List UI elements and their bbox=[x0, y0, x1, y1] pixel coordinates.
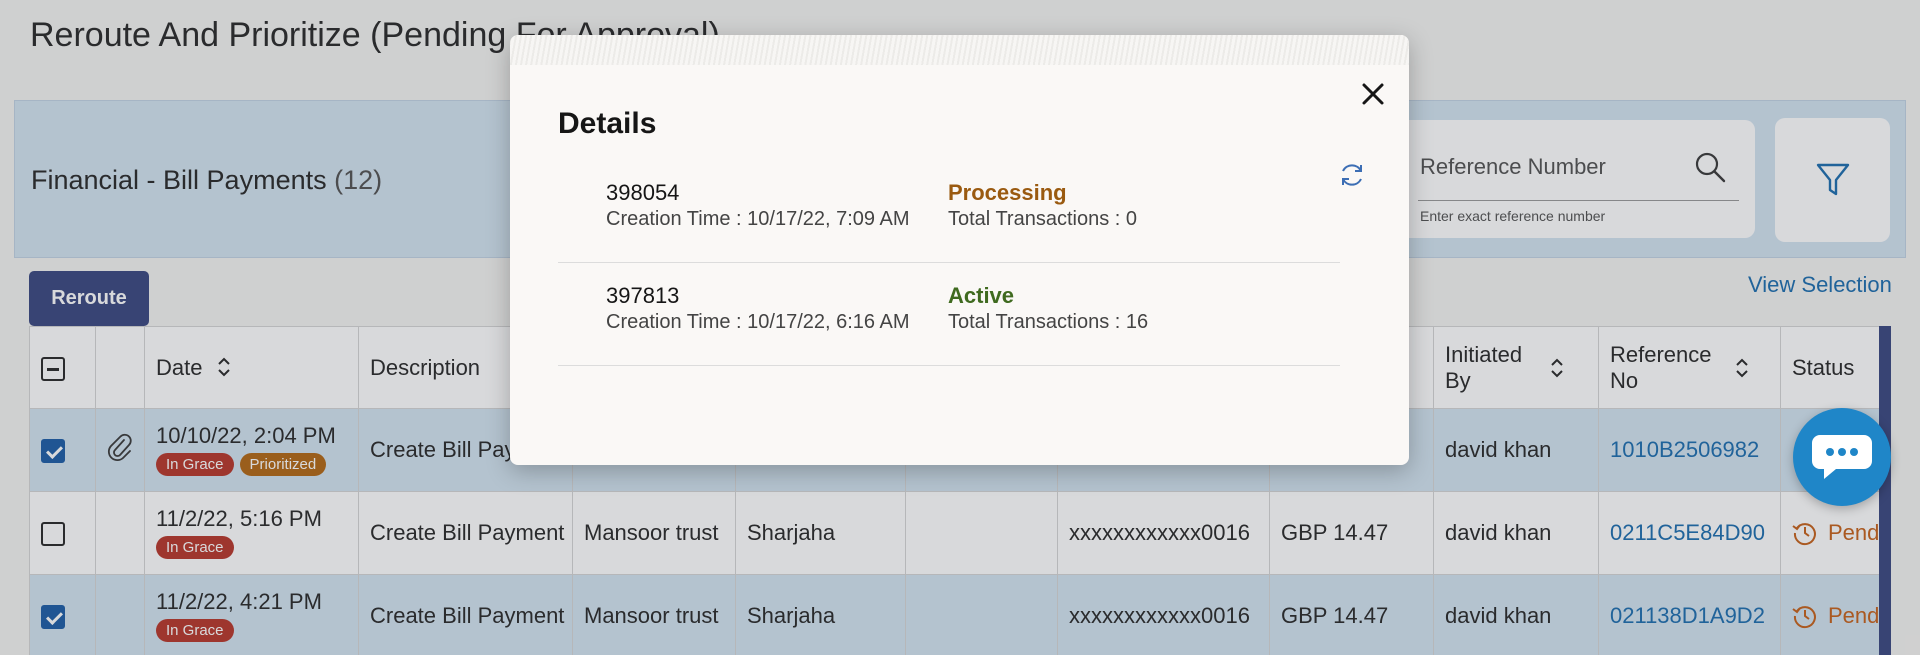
details-modal: Details 398054 Creation Time : 10/17/22,… bbox=[510, 35, 1409, 465]
detail-creation-time: Creation Time : 10/17/22, 7:09 AM bbox=[606, 208, 910, 231]
refresh-icon[interactable] bbox=[1337, 160, 1367, 190]
detail-total-transactions: Total Transactions : 16 bbox=[948, 311, 1149, 334]
detail-id: 397813 bbox=[606, 283, 680, 308]
chat-button[interactable] bbox=[1793, 408, 1891, 506]
close-icon[interactable] bbox=[1358, 79, 1388, 109]
detail-status: Active bbox=[948, 283, 1015, 308]
detail-creation-time: Creation Time : 10/17/22, 6:16 AM bbox=[606, 311, 910, 334]
detail-item: 397813 Creation Time : 10/17/22, 6:16 AM… bbox=[558, 263, 1340, 366]
chat-icon bbox=[1812, 435, 1872, 479]
modal-header-band bbox=[510, 35, 1409, 65]
detail-total-transactions: Total Transactions : 0 bbox=[948, 208, 1137, 231]
detail-id: 398054 bbox=[606, 180, 680, 205]
detail-status: Processing bbox=[948, 180, 1067, 205]
detail-item: 398054 Creation Time : 10/17/22, 7:09 AM… bbox=[558, 160, 1340, 263]
modal-title: Details bbox=[558, 107, 657, 140]
